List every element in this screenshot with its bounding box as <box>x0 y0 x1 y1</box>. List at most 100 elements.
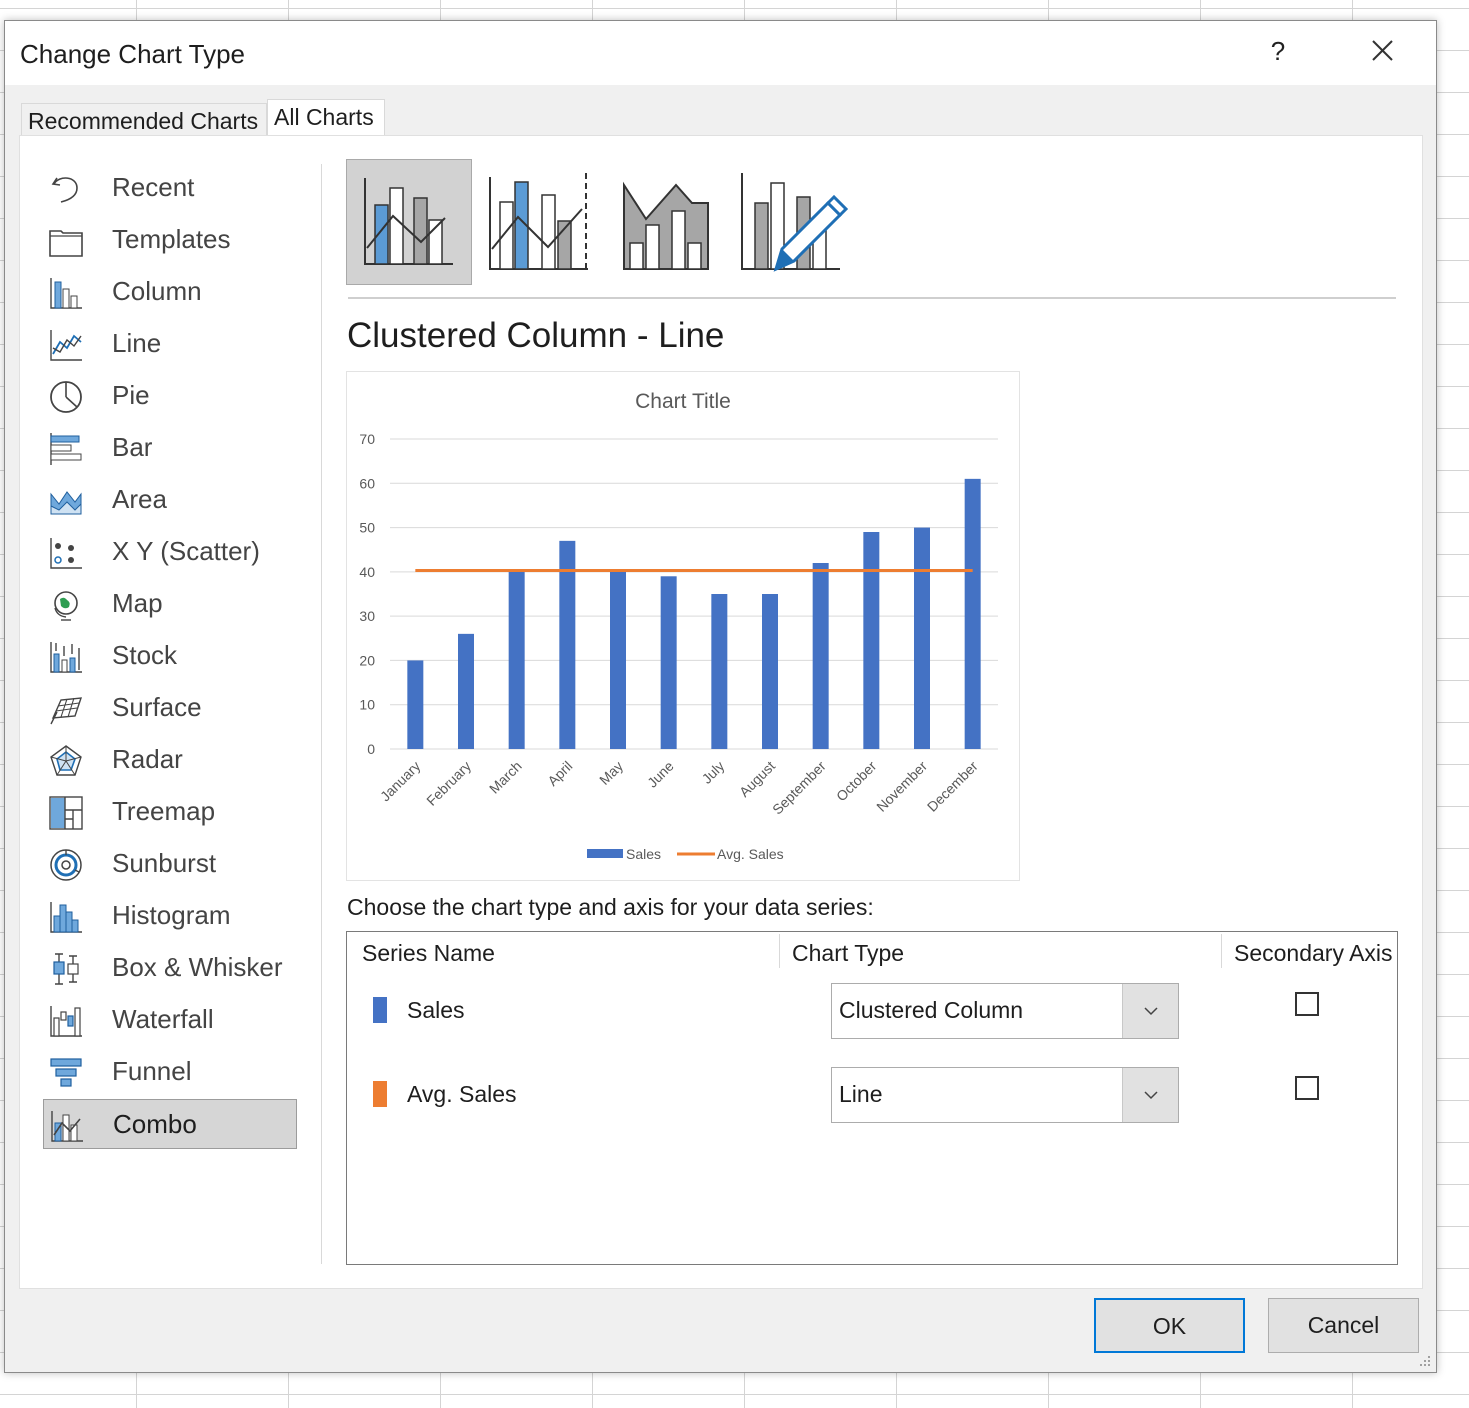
column-header-secondary-axis: Secondary Axis <box>1234 940 1393 966</box>
sidebar-item-funnel[interactable]: Funnel <box>43 1047 297 1097</box>
dropdown-button[interactable] <box>1122 984 1178 1038</box>
chart-type-dropdown[interactable]: Line <box>831 1067 1179 1123</box>
y-tick-label: 20 <box>359 652 375 668</box>
sidebar-item-stock[interactable]: Stock <box>43 631 297 681</box>
sidebar-item-label: Templates <box>112 224 231 254</box>
sidebar-item-box-whisker[interactable]: Box & Whisker <box>43 943 297 993</box>
tab-recommended-charts[interactable]: Recommended Charts <box>21 103 267 137</box>
subtype-clustered-column-line-secondary[interactable] <box>472 159 598 285</box>
y-tick-label: 40 <box>359 564 375 580</box>
x-category-label: July <box>699 758 728 787</box>
dialog-titlebar: Change Chart Type ? <box>5 21 1436 85</box>
histogram-chart-icon <box>50 902 82 933</box>
bar-sales <box>863 532 880 749</box>
subtype-custom-combination[interactable] <box>724 159 850 285</box>
sidebar-item-label: Surface <box>112 692 202 722</box>
sidebar-item-label: Recent <box>112 172 195 202</box>
sidebar-item-templates[interactable]: Templates <box>43 215 297 265</box>
radar-chart-icon <box>50 745 82 776</box>
subtype-heading: Clustered Column - Line <box>347 316 725 355</box>
templates-icon <box>49 230 83 257</box>
column-separator <box>779 934 780 968</box>
y-tick-label: 0 <box>367 741 375 757</box>
clustered-column-line-icon <box>364 178 453 265</box>
y-tick-label: 30 <box>359 608 375 624</box>
x-category-label: November <box>873 758 930 815</box>
sidebar-item-label: Map <box>112 588 163 618</box>
clustered-column-line-secondary-axis-icon <box>489 173 588 270</box>
chart-category-list: Recent Templates Column Line Pie Bar Are… <box>20 136 320 1266</box>
stacked-area-clustered-column-icon <box>623 181 709 270</box>
map-chart-icon <box>54 591 78 621</box>
recent-icon <box>51 177 78 203</box>
chart-type-value: Line <box>839 1081 883 1107</box>
sidebar-item-label: Pie <box>112 380 150 410</box>
y-tick-label: 50 <box>359 520 375 536</box>
resize-grip-icon[interactable] <box>1418 1354 1432 1368</box>
secondary-axis-checkbox[interactable] <box>1295 992 1319 1016</box>
sidebar-item-label: Histogram <box>112 900 231 930</box>
sidebar-item-label: Waterfall <box>112 1004 214 1034</box>
bar-sales <box>610 571 626 749</box>
tab-all-charts[interactable]: All Charts <box>267 99 385 135</box>
legend-swatch-sales <box>587 849 623 858</box>
chart-preview: Chart Title 0 10 20 30 40 50 60 70 January Febru… <box>346 371 1020 881</box>
sidebar-item-recent[interactable]: Recent <box>43 163 297 213</box>
series-name: Sales <box>407 997 465 1023</box>
dropdown-button[interactable] <box>1122 1068 1178 1122</box>
close-button[interactable] <box>1363 31 1403 71</box>
sidebar-item-column[interactable]: Column <box>43 267 297 317</box>
sidebar-item-area[interactable]: Area <box>43 475 297 525</box>
ok-button[interactable]: OK <box>1094 1298 1245 1353</box>
sidebar-item-bar[interactable]: Bar <box>43 423 297 473</box>
chart-type-dropdown[interactable]: Clustered Column <box>831 983 1179 1039</box>
sidebar-item-line[interactable]: Line <box>43 319 297 369</box>
x-category-label: February <box>423 758 474 809</box>
sidebar-divider <box>321 164 322 1264</box>
sidebar-item-sunburst[interactable]: Sunburst <box>43 839 297 889</box>
sidebar-item-label: Treemap <box>112 796 216 826</box>
y-tick-label: 60 <box>359 475 375 491</box>
surface-chart-icon <box>50 697 83 725</box>
series-table: Series Name Chart Type Secondary Axis Sa… <box>346 931 1398 1265</box>
y-tick-label: 70 <box>359 431 375 447</box>
sidebar-item-waterfall[interactable]: Waterfall <box>43 995 297 1045</box>
subtype-stacked-area-clustered-column[interactable] <box>598 159 724 285</box>
sidebar-item-map[interactable]: Map <box>43 579 297 629</box>
sidebar-item-label: Stock <box>112 640 178 670</box>
box-whisker-chart-icon <box>53 953 79 985</box>
stock-chart-icon <box>50 642 82 673</box>
x-category-label: October <box>833 758 880 805</box>
preview-chart: Chart Title 0 10 20 30 40 50 60 70 January Febru… <box>359 390 998 862</box>
cancel-button[interactable]: Cancel <box>1268 1298 1419 1353</box>
x-category-label: May <box>596 758 626 788</box>
sidebar-item-scatter[interactable]: X Y (Scatter) <box>43 527 297 577</box>
column-header-chart-type: Chart Type <box>792 940 905 966</box>
sidebar-item-combo[interactable]: Combo <box>43 1099 297 1149</box>
combo-chart-icon <box>51 1111 83 1142</box>
sidebar-item-histogram[interactable]: Histogram <box>43 891 297 941</box>
sidebar-item-pie[interactable]: Pie <box>43 371 297 421</box>
help-button[interactable]: ? <box>1260 33 1296 69</box>
change-chart-type-dialog: Change Chart Type ? Recommended Charts A… <box>4 20 1437 1373</box>
x-category-label: September <box>769 758 829 818</box>
sidebar-item-label: Box & Whisker <box>112 952 283 982</box>
sidebar-item-label: Combo <box>113 1109 197 1139</box>
bar-sales <box>407 660 424 749</box>
bar-sales <box>762 594 778 749</box>
sidebar-item-label: X Y (Scatter) <box>112 536 260 566</box>
sidebar-item-label: Funnel <box>112 1056 192 1086</box>
chevron-down-icon <box>1144 1091 1158 1100</box>
sidebar-item-surface[interactable]: Surface <box>43 683 297 733</box>
series-row-avg-sales: Avg. Sales Line <box>347 1067 1397 1127</box>
series-color-swatch <box>373 997 387 1023</box>
sidebar-item-radar[interactable]: Radar <box>43 735 297 785</box>
column-separator <box>1221 934 1222 968</box>
y-tick-label: 10 <box>359 697 375 713</box>
sidebar-item-treemap[interactable]: Treemap <box>43 787 297 837</box>
subtype-clustered-column-line[interactable] <box>346 159 472 285</box>
secondary-axis-checkbox[interactable] <box>1295 1076 1319 1100</box>
series-color-swatch <box>373 1081 387 1107</box>
treemap-chart-icon <box>49 796 83 830</box>
x-category-label: December <box>924 758 981 815</box>
